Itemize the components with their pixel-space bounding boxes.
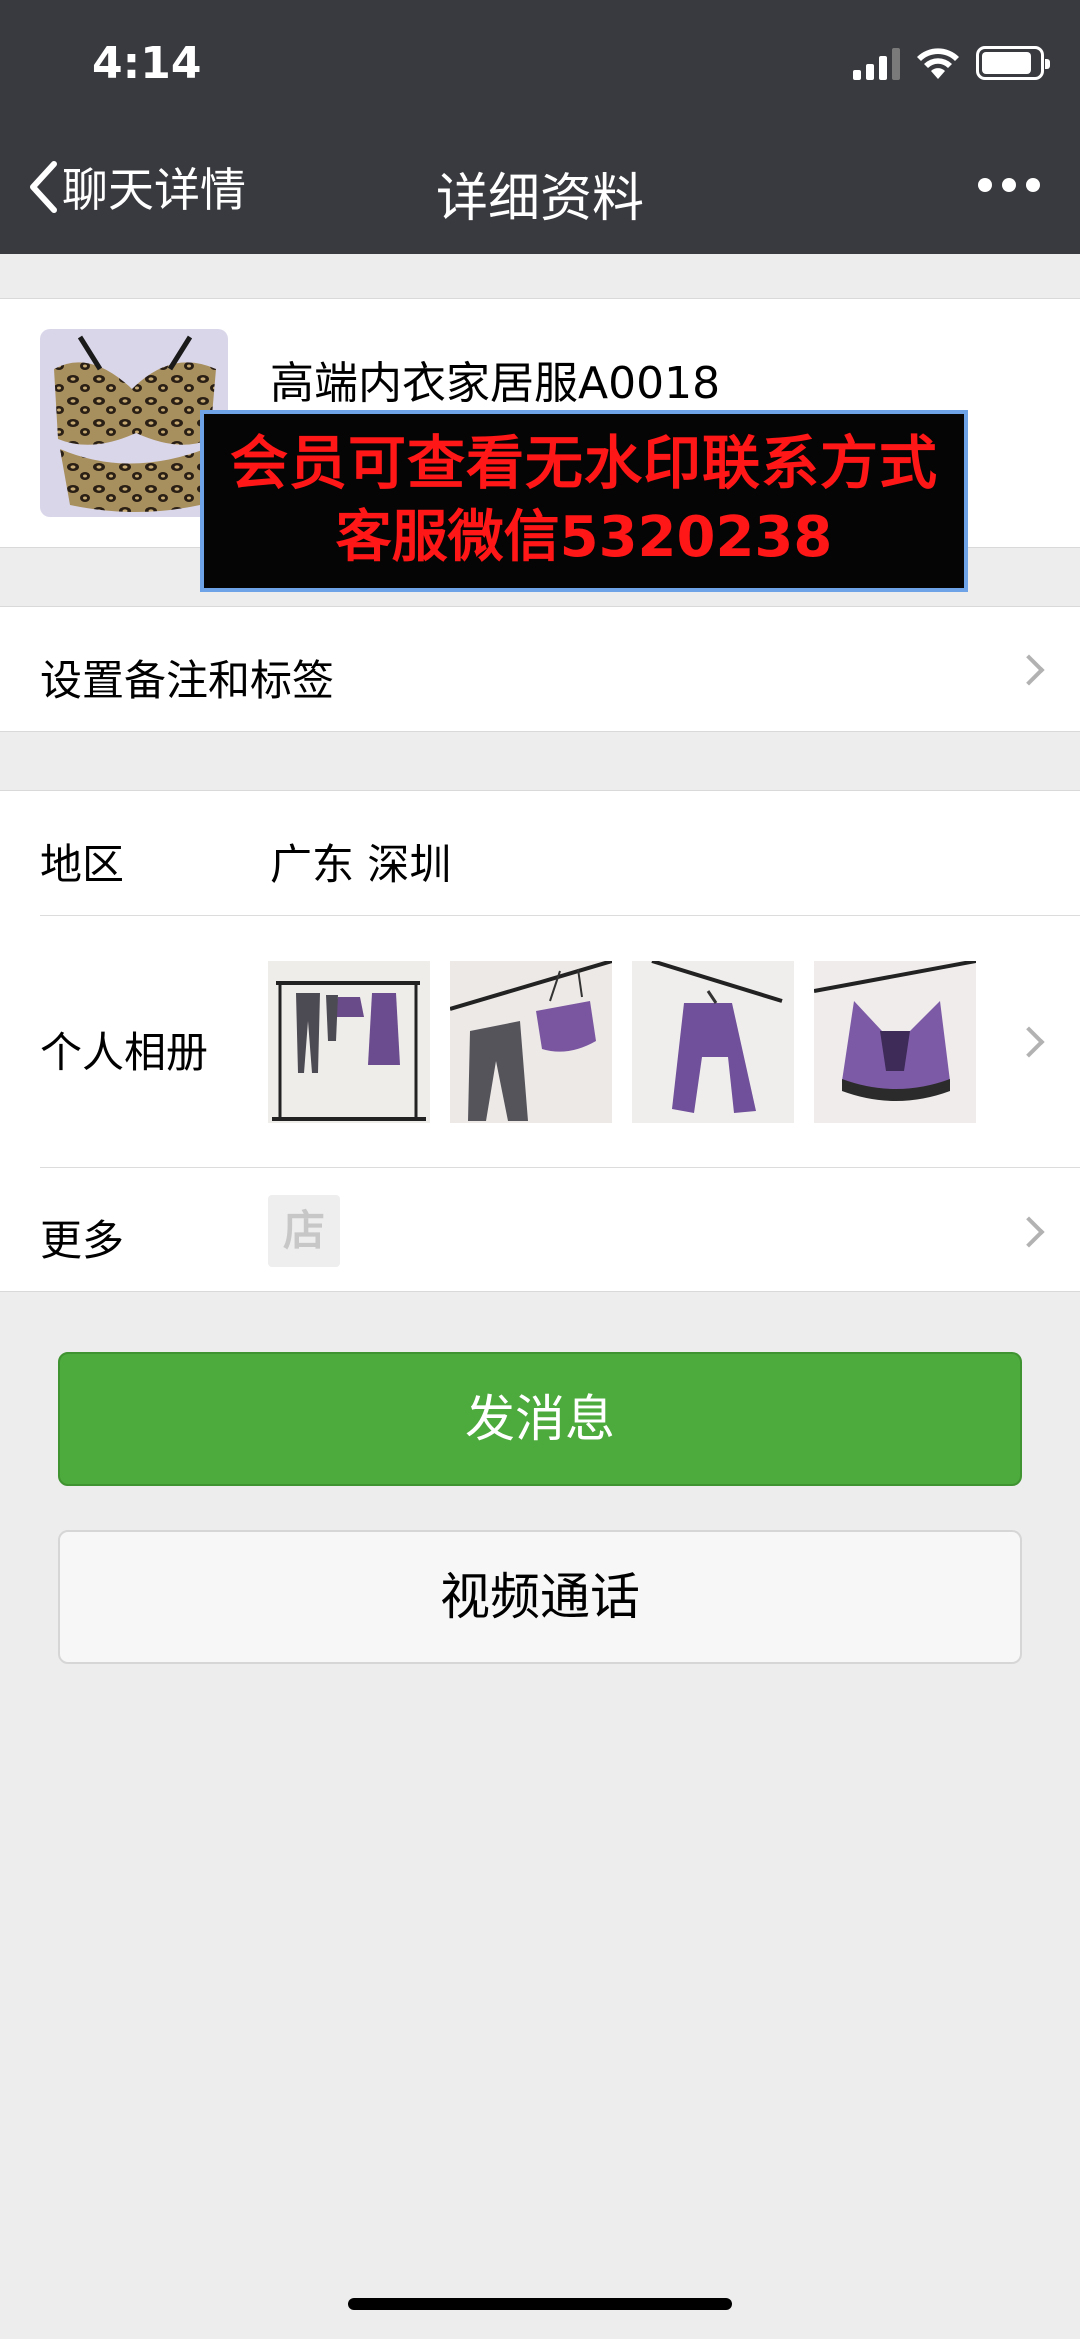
region-label: 地区 — [40, 840, 125, 889]
top-bar: 4:14 聊天详情 详细资料 — [0, 0, 1080, 254]
album-photo-2[interactable] — [450, 961, 612, 1123]
watermark-banner: 会员可查看无水印联系方式 客服微信5320238 — [200, 410, 968, 592]
chevron-right-icon — [1013, 1026, 1045, 1058]
profile-name: 高端内衣家居服A0018 — [270, 358, 721, 409]
page-title: 详细资料 — [435, 169, 644, 229]
more-label: 更多 — [40, 1216, 125, 1265]
region-value: 广东 深圳 — [270, 840, 452, 889]
shop-icon[interactable]: 店 — [268, 1195, 340, 1267]
home-indicator[interactable] — [348, 2298, 732, 2310]
album-photo-4[interactable] — [814, 961, 976, 1123]
album-photo-1[interactable] — [268, 961, 430, 1123]
album-thumbnails[interactable] — [268, 961, 976, 1123]
battery-icon — [976, 46, 1050, 80]
album-photo-3[interactable] — [632, 961, 794, 1123]
album-label: 个人相册 — [40, 1028, 209, 1077]
chevron-right-icon — [1013, 654, 1045, 686]
video-call-button[interactable]: 视频通话 — [58, 1530, 1022, 1664]
divider — [40, 915, 1080, 916]
detail-group: 地区 广东 深圳 个人相册 更多 店 — [0, 790, 1080, 1292]
status-time: 4:14 — [92, 38, 202, 89]
cellular-signal-icon — [853, 46, 900, 80]
divider — [40, 1167, 1080, 1168]
watermark-line-1: 会员可查看无水印联系方式 — [229, 429, 938, 497]
set-remark-and-tags-row[interactable]: 设置备注和标签 — [0, 606, 1080, 732]
status-icons — [853, 46, 1050, 80]
more-options-button[interactable] — [978, 178, 1040, 192]
chevron-right-icon — [1013, 1216, 1045, 1248]
send-message-button[interactable]: 发消息 — [58, 1352, 1022, 1486]
remark-label: 设置备注和标签 — [40, 656, 335, 705]
wifi-icon — [917, 48, 959, 79]
watermark-line-2: 客服微信5320238 — [335, 505, 833, 570]
